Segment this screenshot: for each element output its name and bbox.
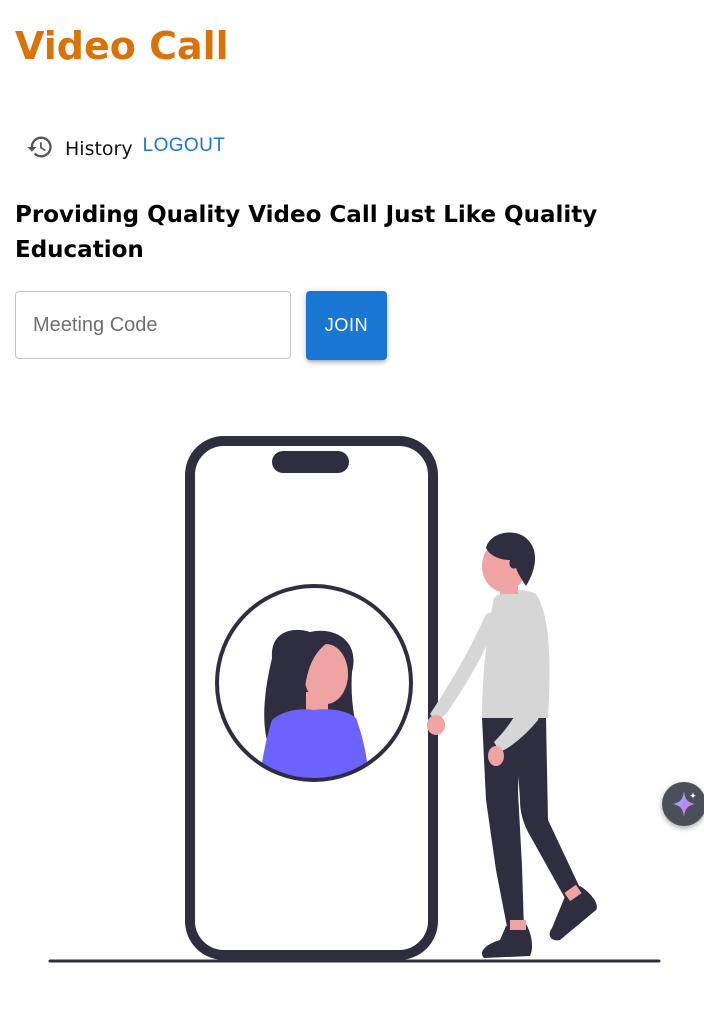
app-title: Video Call bbox=[15, 24, 229, 68]
history-icon bbox=[26, 133, 54, 161]
sparkle-icon bbox=[673, 791, 696, 817]
top-nav: History LOGOUT bbox=[26, 131, 225, 163]
join-button[interactable]: JOIN bbox=[306, 291, 387, 360]
assistant-fab[interactable] bbox=[662, 782, 704, 826]
join-meeting-form: JOIN bbox=[15, 291, 387, 360]
page-tagline: Providing Quality Video Call Just Like Q… bbox=[15, 202, 598, 263]
history-button[interactable]: History bbox=[26, 131, 133, 163]
standing-man bbox=[427, 532, 597, 958]
logout-button[interactable]: LOGOUT bbox=[143, 132, 226, 160]
history-label: History bbox=[65, 138, 133, 160]
meeting-code-input[interactable] bbox=[15, 291, 291, 359]
video-call-illustration bbox=[48, 436, 661, 963]
